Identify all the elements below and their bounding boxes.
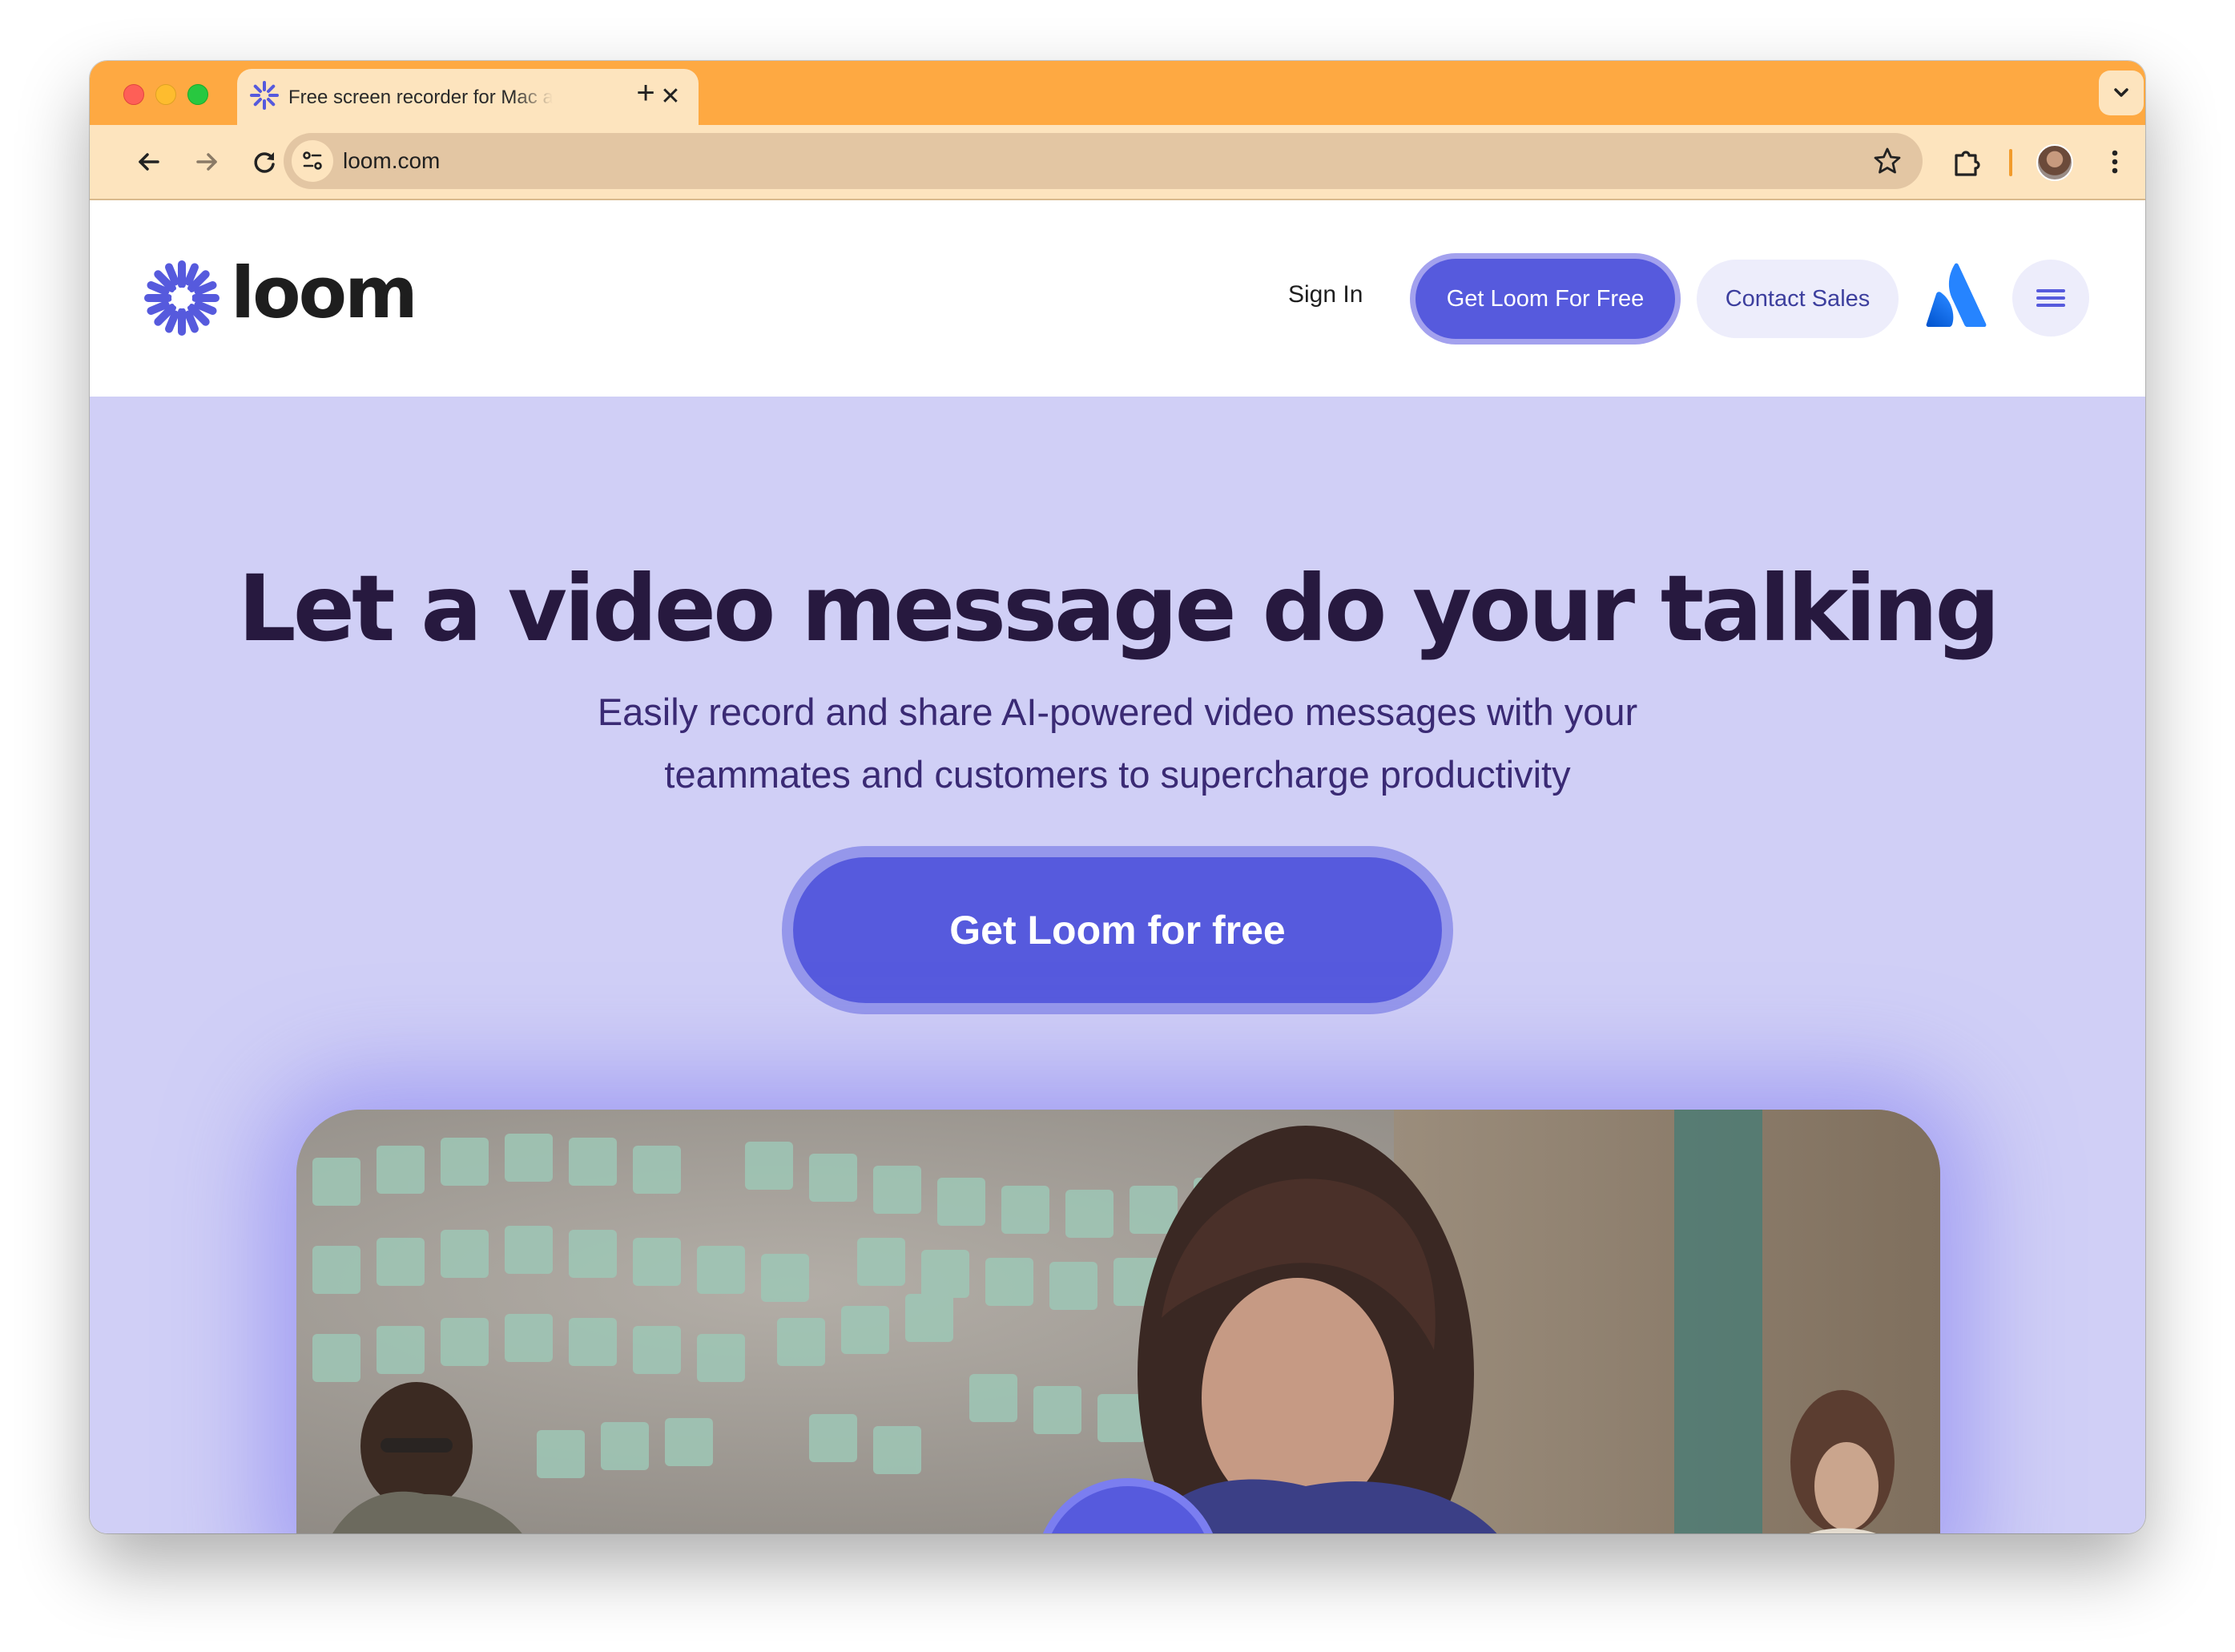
hero-title: Let a video message do your talking: [238, 555, 2000, 662]
reload-icon[interactable]: [245, 143, 284, 181]
new-tab-button[interactable]: +: [628, 75, 663, 111]
tune-icon: [303, 151, 322, 170]
get-loom-for-free-button[interactable]: Get Loom for free: [793, 857, 1442, 1003]
profile-avatar[interactable]: [2036, 144, 2073, 181]
atlassian-logo-icon[interactable]: [1926, 263, 1987, 327]
url-text: loom.com: [343, 148, 441, 173]
get-loom-header-button[interactable]: Get Loom For Free: [1416, 259, 1675, 339]
site-info-button[interactable]: [292, 140, 333, 182]
forward-arrow-icon[interactable]: [187, 143, 226, 181]
loom-wordmark[interactable]: loom: [231, 253, 418, 333]
chevron-down-icon: [2114, 88, 2128, 97]
maximize-window-button[interactable]: [187, 84, 208, 105]
bookmark-star-icon[interactable]: [1871, 145, 1903, 177]
more-menu-icon[interactable]: [2099, 143, 2131, 181]
minimize-window-button[interactable]: [155, 84, 176, 105]
tab-title: Free screen recorder for Mac and PC | Lo…: [288, 87, 553, 108]
hamburger-menu-button[interactable]: [2012, 260, 2089, 336]
web-page: loom Sign In Get Loom For Free Contact S…: [90, 200, 2145, 1533]
browser-toolbar: loom.com: [90, 125, 2145, 200]
tab-search-button[interactable]: [2099, 71, 2144, 115]
loom-favicon-icon: [250, 81, 279, 110]
contact-sales-button[interactable]: Contact Sales: [1697, 260, 1899, 338]
hero-video[interactable]: [296, 1110, 1940, 1533]
hero-cta-outline: Get Loom for free: [782, 846, 1453, 1014]
close-window-button[interactable]: [123, 84, 144, 105]
sign-in-link[interactable]: Sign In: [1288, 279, 1363, 311]
toolbar-divider: [2009, 149, 2012, 176]
get-loom-header-button-outline: Get Loom For Free: [1410, 253, 1681, 345]
extensions-puzzle-icon[interactable]: [1947, 143, 1985, 181]
browser-window: Free screen recorder for Mac and PC | Lo…: [90, 61, 2145, 1533]
site-header: loom Sign In Get Loom For Free Contact S…: [90, 200, 2145, 397]
loom-logo-icon[interactable]: [144, 260, 219, 336]
address-bar[interactable]: loom.com: [284, 133, 1923, 189]
video-still-image: [296, 1110, 1940, 1533]
tab-strip: Free screen recorder for Mac and PC | Lo…: [90, 61, 2145, 125]
hero-subtitle: Easily record and share AI-powered video…: [597, 691, 1638, 796]
back-arrow-icon[interactable]: [130, 143, 168, 181]
